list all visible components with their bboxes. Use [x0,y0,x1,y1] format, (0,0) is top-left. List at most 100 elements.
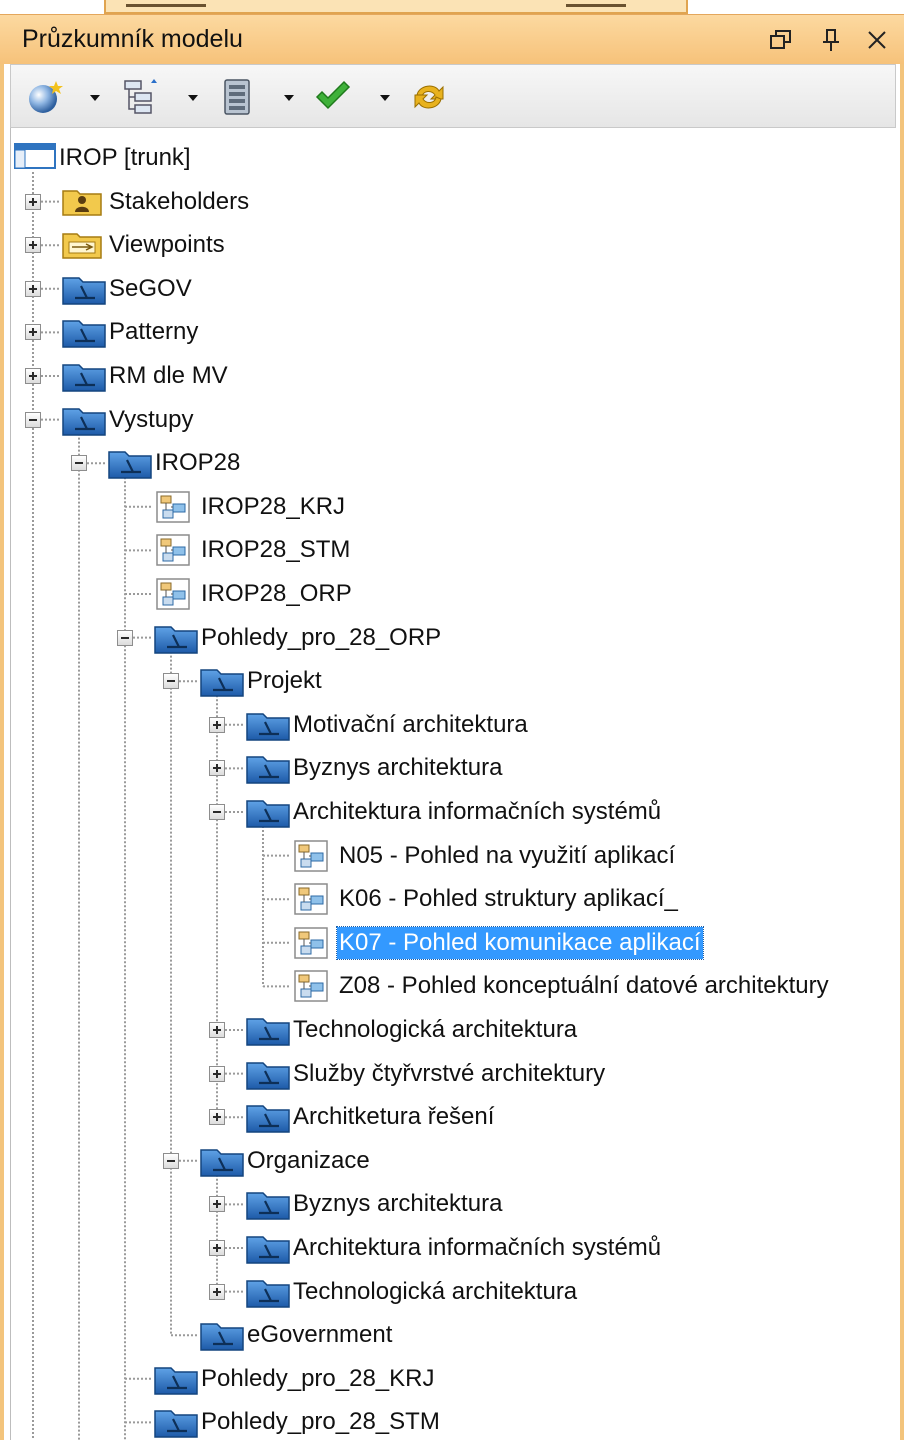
expand-toggle-icon[interactable] [25,324,41,341]
tree-node-label[interactable]: Patterny [107,316,200,348]
package-icon [245,1275,291,1314]
tree-node[interactable]: N05 - Pohled na využití aplikací [11,834,891,878]
tree-node[interactable]: K07 - Pohled komunikace aplikací [11,921,891,965]
tree-node[interactable]: Organizace [11,1139,891,1183]
new-element-dropdown[interactable] [87,87,103,107]
diagram-icon [153,490,193,529]
panel-title-bar: Průzkumník modelu [0,14,904,64]
tree-node[interactable]: Byznys architektura [11,746,891,790]
tree-node[interactable]: IROP28_KRJ [11,485,891,529]
package-icon [245,708,291,747]
tree-node[interactable]: Pohledy_pro_28_KRJ [11,1357,891,1401]
tree-node[interactable]: Architektura informačních systémů [11,1226,891,1270]
tree-node[interactable]: Motivační architektura [11,703,891,747]
tree-node[interactable]: IROP28_STM [11,528,891,572]
tree-node-label[interactable]: Technologická architektura [291,1276,579,1308]
tree-node[interactable]: K06 - Pohled struktury aplikací_ [11,877,891,921]
tree-node-label[interactable]: IROP28_KRJ [199,491,347,523]
tree-node-label[interactable]: Architektura informačních systémů [291,796,663,828]
tree-node-label[interactable]: Byznys architektura [291,752,504,784]
tree-node-label[interactable]: Motivační architektura [291,709,530,741]
check-icon[interactable] [313,77,353,117]
tree-node-label[interactable]: K07 - Pohled komunikace aplikací [336,925,704,960]
expand-toggle-icon[interactable] [209,1240,225,1256]
tree-node-label[interactable]: Architketura řešení [291,1101,496,1133]
pin-icon[interactable] [816,25,846,55]
tree-node[interactable]: Architketura řešení [11,1095,891,1139]
refresh-icon[interactable] [409,77,449,117]
tree-node-label[interactable]: Vystupy [107,404,195,436]
new-element-icon[interactable] [25,77,65,117]
tree-node[interactable]: SeGOV [11,267,891,311]
tree-node-label[interactable]: IROP28_STM [199,534,352,566]
expand-toggle-icon[interactable] [25,368,41,384]
tree-node-label[interactable]: Pohledy_pro_28_STM [199,1406,442,1438]
tree-node-label[interactable]: RM dle MV [107,360,230,392]
collapse-toggle-icon[interactable] [71,455,87,472]
tree-node[interactable]: IROP28 [11,441,891,485]
tree-node[interactable]: Byznys architektura [11,1182,891,1226]
tree-node-label[interactable]: Pohledy_pro_28_ORP [199,622,443,654]
check-dropdown[interactable] [377,87,393,107]
tree-node-label[interactable]: Z08 - Pohled konceptuální datové archite… [337,970,831,1002]
collapse-toggle-icon[interactable] [117,629,133,646]
tree-node-label[interactable]: Byznys architektura [291,1188,504,1220]
tree-node[interactable]: Vystupy [11,398,891,442]
expand-toggle-icon[interactable] [25,193,41,210]
expand-toggle-icon[interactable] [209,1283,225,1300]
tree-node-label[interactable]: Organizace [245,1145,372,1177]
tree-node[interactable]: IROP28_ORP [11,572,891,616]
expand-toggle-icon[interactable] [209,1196,225,1213]
expand-toggle-icon[interactable] [209,1109,225,1126]
tree-node-label[interactable]: Technologická architektura [291,1014,579,1046]
tree-node-label[interactable]: K06 - Pohled struktury aplikací_ [337,883,680,915]
tree-node-label[interactable]: Stakeholders [107,186,251,218]
diagram-icon [291,839,331,878]
tree-node[interactable]: Architektura informačních systémů [11,790,891,834]
tree-node-label[interactable]: Projekt [245,665,324,697]
expand-toggle-icon[interactable] [209,716,225,733]
tree-node-label[interactable]: Architektura informačních systémů [291,1232,663,1264]
collapse-toggle-icon[interactable] [163,1152,179,1169]
tree-node-label[interactable]: N05 - Pohled na využití aplikací [337,840,677,872]
expand-toggle-icon[interactable] [209,1022,225,1038]
collapse-toggle-icon[interactable] [209,804,225,820]
expand-toggle-icon[interactable] [25,237,41,254]
tree-node[interactable]: eGovernment [11,1313,891,1357]
tree-node[interactable]: Projekt [11,659,891,703]
tree-node-label[interactable]: IROP28 [153,447,242,479]
tree-node[interactable]: Stakeholders [11,180,891,224]
tree-node-label[interactable]: eGovernment [245,1319,394,1351]
expand-toggle-icon[interactable] [209,1065,225,1082]
tree-node-label[interactable]: IROP [trunk] [57,142,193,174]
package-icon [61,403,107,442]
tree-node-label[interactable]: Služby čtyřvrstvé architektury [291,1058,607,1090]
package-icon [245,795,291,834]
close-icon[interactable] [862,25,892,55]
tree-node[interactable]: Technologická architektura [11,1270,891,1314]
tree-node[interactable]: Viewpoints [11,223,891,267]
tree-node[interactable]: Patterny [11,310,891,354]
tree-node-label[interactable]: Viewpoints [107,229,227,261]
collapse-toggle-icon[interactable] [25,411,41,428]
restore-icon[interactable] [766,25,796,55]
diagram-sheet-icon[interactable] [217,77,257,117]
layout-tree-icon[interactable] [121,77,161,117]
package-icon [245,1231,291,1270]
collapse-toggle-icon[interactable] [163,673,179,690]
tree-node[interactable]: Z08 - Pohled konceptuální datové archite… [11,964,891,1008]
tree-node[interactable]: Technologická architektura [11,1008,891,1052]
tree-node-label[interactable]: Pohledy_pro_28_KRJ [199,1363,437,1395]
tree-node[interactable]: Pohledy_pro_28_ORP [11,616,891,660]
expand-toggle-icon[interactable] [209,760,225,777]
tree-node[interactable]: Pohledy_pro_28_STM [11,1400,891,1444]
tree-node-label[interactable]: SeGOV [107,273,194,305]
package-icon [153,1405,199,1444]
tree-node[interactable]: Služby čtyřvrstvé architektury [11,1052,891,1096]
expand-toggle-icon[interactable] [25,280,41,297]
sheet-dropdown[interactable] [281,87,297,107]
tree-node[interactable]: IROP [trunk] [11,136,891,180]
layout-dropdown[interactable] [185,87,201,107]
tree-node-label[interactable]: IROP28_ORP [199,578,354,610]
tree-node[interactable]: RM dle MV [11,354,891,398]
